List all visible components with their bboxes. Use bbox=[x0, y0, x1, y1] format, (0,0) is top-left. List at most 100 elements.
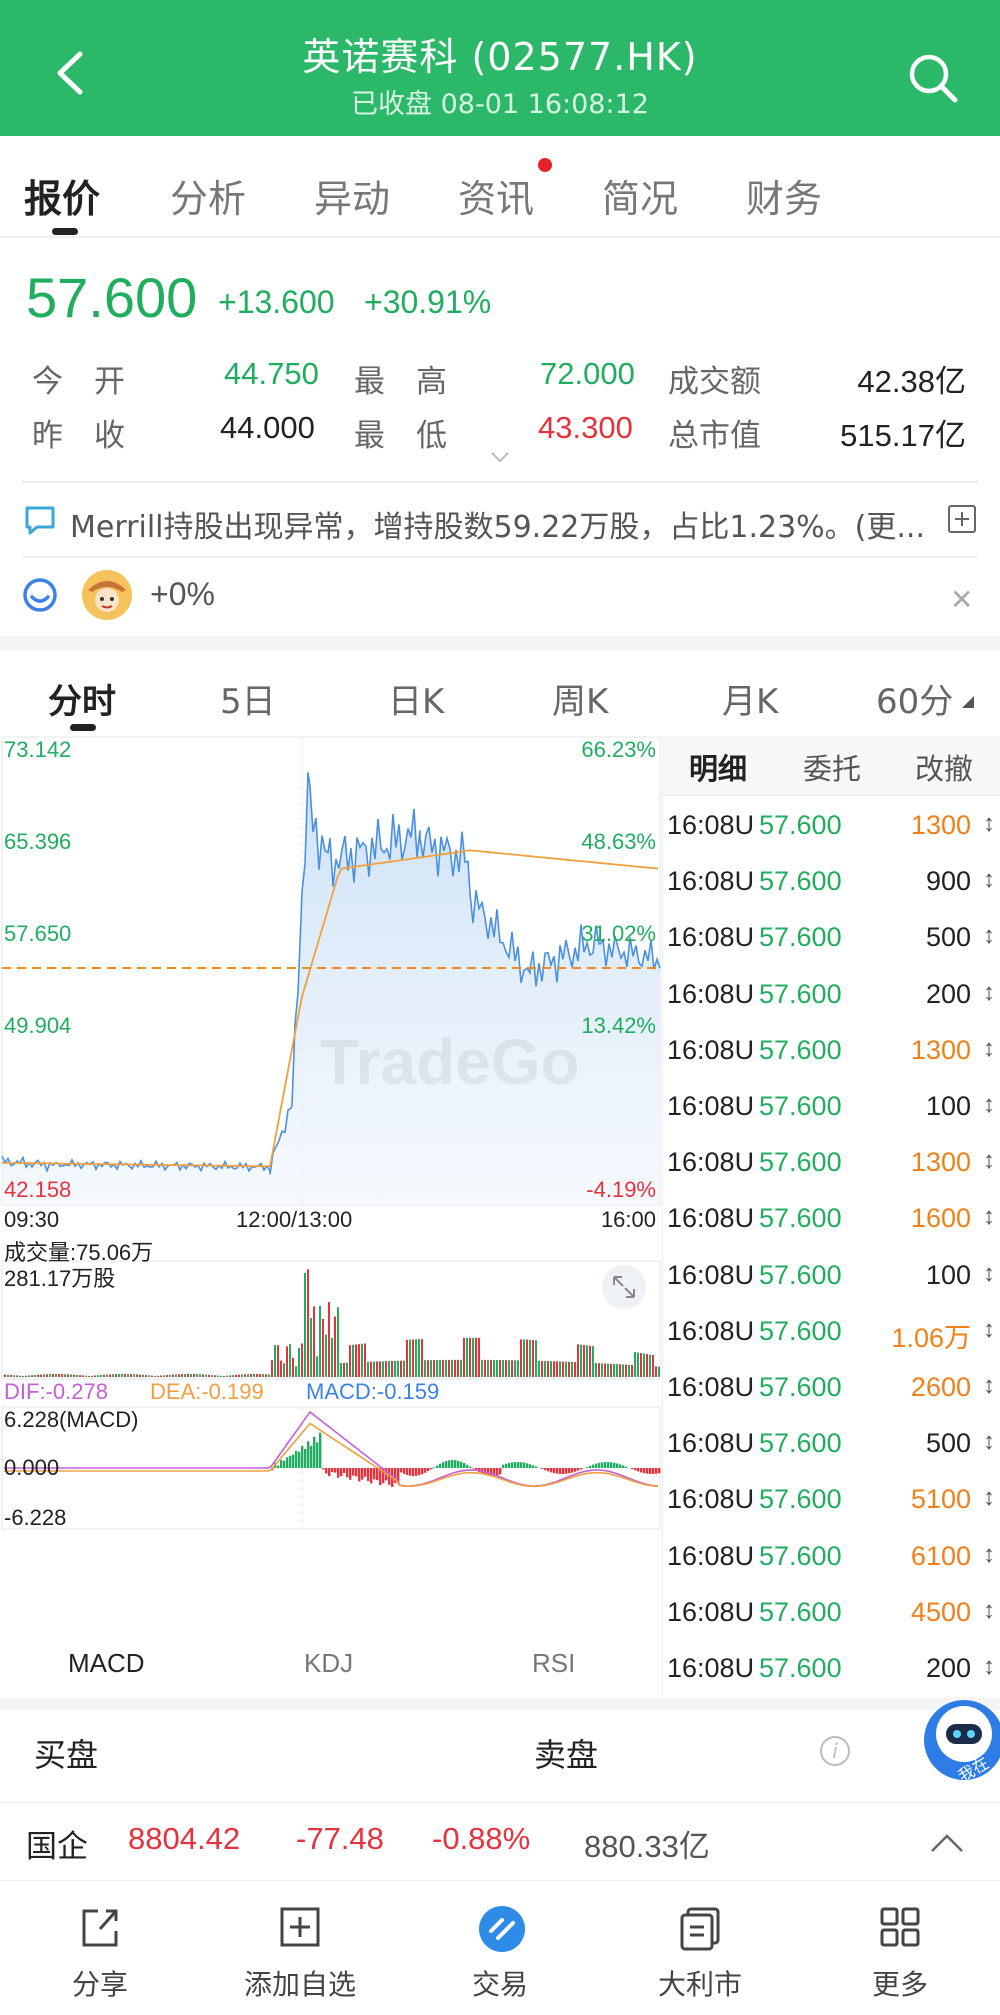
volume-bar bbox=[154, 1375, 156, 1377]
macd-bar bbox=[304, 1448, 307, 1468]
volume-bar bbox=[391, 1360, 393, 1377]
nav-add-watchlist[interactable]: 添加自选 bbox=[200, 1881, 400, 2015]
nav-share[interactable]: 分享 bbox=[0, 1881, 200, 2015]
nav-lai-see[interactable]: 大利市 bbox=[600, 1881, 800, 2015]
volume-bar bbox=[349, 1345, 351, 1377]
tab-cancel[interactable]: 改撤 bbox=[915, 746, 973, 788]
macd-bar bbox=[370, 1468, 373, 1484]
volume-bar bbox=[523, 1339, 525, 1377]
trade-volume: 200 bbox=[925, 1653, 971, 1683]
direction-icon: ↕ bbox=[983, 1653, 995, 1680]
macd-bar bbox=[598, 1462, 601, 1468]
tab-orders[interactable]: 委托 bbox=[803, 746, 861, 788]
tab-monthly-k[interactable]: 月K bbox=[722, 674, 778, 723]
tab-detail[interactable]: 明细 bbox=[689, 746, 747, 788]
tab-analysis[interactable]: 分析 bbox=[170, 168, 246, 223]
volume-bar bbox=[241, 1374, 243, 1377]
volume-bar bbox=[469, 1337, 471, 1377]
macd-bar bbox=[355, 1468, 358, 1477]
tab-finance[interactable]: 财务 bbox=[746, 168, 822, 223]
dropdown-triangle-icon[interactable] bbox=[960, 694, 974, 708]
volume-bar bbox=[70, 1374, 72, 1377]
volume-bar bbox=[364, 1343, 366, 1377]
volume-bar bbox=[436, 1360, 438, 1377]
tab-quote[interactable]: 报价 bbox=[24, 168, 100, 223]
trade-row: 16:08U 57.600 900 ↕ bbox=[663, 854, 1000, 910]
turnover-value: 42.38亿 bbox=[857, 364, 966, 399]
trade-price: 57.600 bbox=[759, 1484, 842, 1515]
volume-bar bbox=[76, 1374, 78, 1377]
chat-bubble-icon[interactable] bbox=[22, 578, 58, 614]
macd-bar bbox=[424, 1468, 427, 1473]
stock-quote-page: 英诺赛科 (02577.HK) 已收盘 08-01 16:08:12 报价 分析… bbox=[0, 0, 1000, 2015]
expand-plus-icon[interactable] bbox=[948, 505, 976, 533]
tab-60min[interactable]: 60分 bbox=[876, 674, 953, 723]
chart-canvas bbox=[1, 736, 661, 1530]
volume-bar bbox=[538, 1360, 540, 1377]
tab-weekly-k[interactable]: 周K bbox=[552, 674, 608, 723]
macd-bar bbox=[460, 1461, 463, 1468]
chevron-up-icon[interactable] bbox=[930, 1833, 964, 1853]
volume-bar bbox=[178, 1374, 180, 1377]
tab-daily-k[interactable]: 日K bbox=[388, 674, 444, 723]
indicator-rsi[interactable]: RSI bbox=[532, 1648, 575, 1679]
macd-bar bbox=[541, 1468, 544, 1470]
volume-bar bbox=[532, 1340, 534, 1377]
volume-bar bbox=[550, 1361, 552, 1377]
volume-bar bbox=[439, 1359, 441, 1377]
tab-5day[interactable]: 5日 bbox=[220, 674, 276, 723]
high-label: 最 高 bbox=[354, 364, 447, 400]
volume-bar bbox=[658, 1366, 660, 1377]
dif-label: DIF:-0.278 bbox=[4, 1379, 108, 1404]
assistant-robot-icon[interactable]: 我在 bbox=[912, 1690, 1000, 1790]
info-icon[interactable]: i bbox=[820, 1736, 850, 1766]
volume-bar bbox=[496, 1359, 498, 1377]
macd-bar bbox=[520, 1462, 523, 1468]
trade-time: 16:08U bbox=[667, 1372, 755, 1402]
macd-bar bbox=[412, 1468, 415, 1476]
tab-intraday[interactable]: 分时 bbox=[48, 674, 116, 723]
close-icon[interactable]: ✕ bbox=[950, 583, 973, 616]
volume-bar bbox=[376, 1361, 378, 1377]
indicator-macd[interactable]: MACD bbox=[68, 1648, 145, 1679]
volume-bar bbox=[118, 1374, 120, 1377]
volume-bar bbox=[631, 1364, 633, 1377]
macd-bar bbox=[340, 1468, 343, 1477]
nav-more[interactable]: 更多 bbox=[800, 1881, 1000, 2015]
volume-bar bbox=[199, 1374, 201, 1377]
volume-bar bbox=[166, 1375, 168, 1377]
news-alert[interactable]: Merrill持股出现异常，增持股数59.22万股，占比1.23%。(更... bbox=[70, 502, 936, 546]
search-icon[interactable] bbox=[905, 50, 961, 106]
trade-price: 57.600 bbox=[759, 1091, 842, 1121]
tab-profile[interactable]: 简况 bbox=[602, 168, 678, 223]
trade-time: 16:08U bbox=[667, 978, 755, 1009]
trade-time: 16:08U bbox=[667, 1091, 755, 1121]
trade-price: 57.600 bbox=[759, 1315, 842, 1346]
volume-bar bbox=[220, 1375, 222, 1377]
volume-bar bbox=[385, 1361, 387, 1377]
volume-bar bbox=[52, 1374, 54, 1377]
index-ticker-bar[interactable]: 国企 8804.42 -77.48 -0.88% 880.33亿 bbox=[0, 1802, 1000, 1880]
volume-bar bbox=[457, 1359, 459, 1377]
macd-bar bbox=[289, 1455, 292, 1468]
trade-price: 57.600 bbox=[759, 1540, 842, 1571]
indicator-kdj[interactable]: KDJ bbox=[304, 1648, 353, 1679]
fullscreen-button[interactable] bbox=[602, 1265, 646, 1309]
volume-bar bbox=[514, 1360, 516, 1377]
volume-bar bbox=[589, 1345, 591, 1377]
direction-icon: ↕ bbox=[983, 1540, 995, 1568]
tab-movement[interactable]: 异动 bbox=[314, 168, 390, 223]
macd-bar bbox=[565, 1468, 568, 1474]
macd-bar bbox=[589, 1465, 592, 1468]
nav-trade[interactable]: 交易 bbox=[400, 1881, 600, 2015]
volume-bar bbox=[355, 1344, 357, 1377]
trade-price: 57.600 bbox=[759, 978, 842, 1009]
tab-news[interactable]: 资讯 bbox=[458, 168, 534, 223]
volume-bar bbox=[454, 1359, 456, 1377]
intraday-chart[interactable]: TradeGo 73.142 65.396 57.650 49.904 42.1… bbox=[0, 735, 662, 1665]
time-axis-label: 12:00/13:00 bbox=[236, 1207, 353, 1232]
chevron-down-icon[interactable] bbox=[490, 450, 510, 464]
volume-bar bbox=[580, 1344, 582, 1377]
macd-bar bbox=[313, 1436, 316, 1468]
trade-row: 16:08U 57.600 5100 ↕ bbox=[663, 1472, 1000, 1528]
